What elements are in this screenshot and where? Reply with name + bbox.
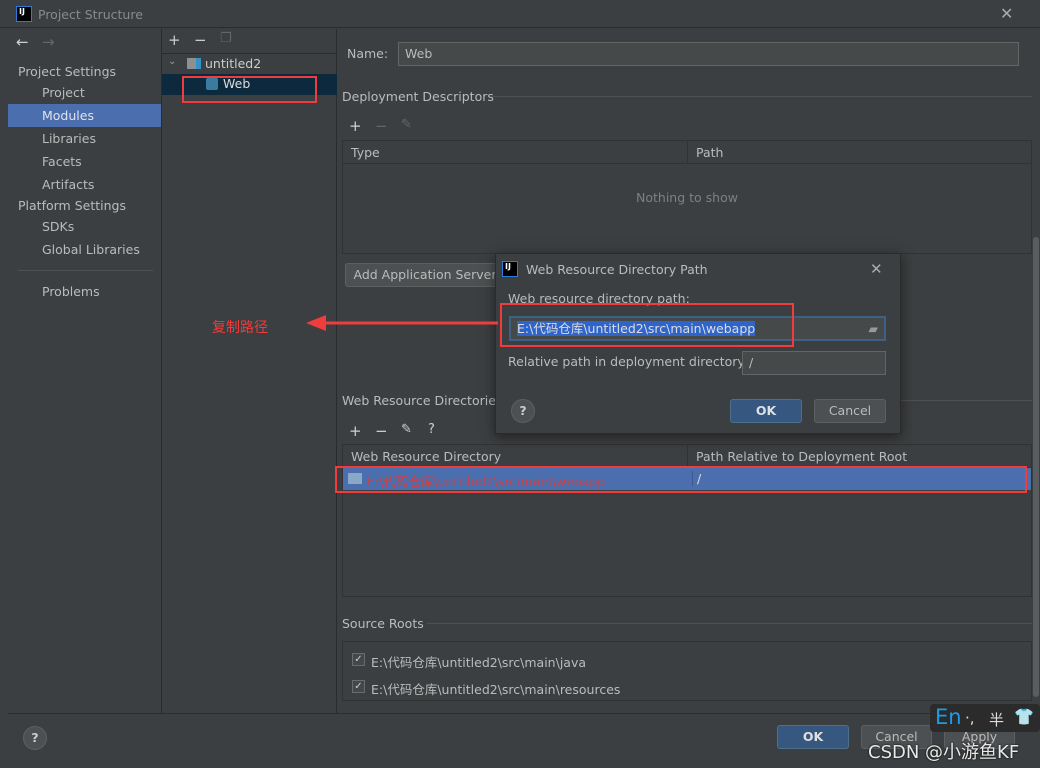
column-type[interactable]: Type bbox=[343, 141, 688, 164]
source-root-item: E:\代码仓库\untitled2\src\main\java bbox=[371, 655, 587, 670]
add-application-server-button[interactable]: Add Application Server bbox=[345, 263, 505, 287]
source-roots-heading: Source Roots bbox=[342, 616, 424, 631]
copy-icon[interactable]: ❐ bbox=[220, 31, 232, 46]
tree-root-untitled2[interactable]: untitled2 bbox=[205, 56, 261, 71]
folder-icon bbox=[187, 58, 201, 69]
edit-icon[interactable]: ✎ bbox=[401, 422, 412, 437]
annotation-arrow bbox=[306, 315, 498, 331]
ime-toolbar[interactable]: En ·, 半 👕 bbox=[930, 704, 1040, 732]
window-title: Project Structure bbox=[38, 7, 143, 22]
watermark: CSDN @小游鱼KF bbox=[868, 742, 1020, 763]
remove-icon[interactable]: − bbox=[194, 31, 207, 49]
chevron-down-icon[interactable]: ⌄ bbox=[168, 56, 176, 67]
deployment-descriptors-table: Type Path Nothing to show bbox=[342, 140, 1032, 254]
forward-arrow-icon[interactable]: → bbox=[42, 33, 55, 51]
divider bbox=[18, 270, 153, 271]
annotation-label: 复制路径 bbox=[212, 320, 268, 336]
help-button[interactable]: ? bbox=[511, 399, 535, 423]
add-icon[interactable]: + bbox=[168, 31, 181, 49]
sidebar-item-project[interactable]: Project bbox=[8, 81, 161, 104]
checkbox-checked[interactable]: ✓ bbox=[352, 680, 365, 693]
add-icon[interactable]: + bbox=[349, 422, 362, 440]
name-label: Name: bbox=[347, 46, 389, 61]
edit-icon[interactable]: ✎ bbox=[401, 117, 412, 132]
relative-path-input[interactable]: / bbox=[742, 351, 886, 375]
relative-path-label: Relative path in deployment directory: bbox=[508, 354, 749, 369]
scrollbar[interactable] bbox=[1032, 29, 1040, 713]
back-arrow-icon[interactable]: ← bbox=[16, 33, 29, 51]
sidebar-item-facets[interactable]: Facets bbox=[8, 150, 161, 173]
annotation-box bbox=[182, 76, 317, 103]
checkbox-checked[interactable]: ✓ bbox=[352, 653, 365, 666]
ime-language[interactable]: En bbox=[935, 705, 962, 729]
platform-settings-heading: Platform Settings bbox=[18, 198, 126, 213]
ok-button[interactable]: OK bbox=[777, 725, 849, 749]
name-input[interactable]: Web bbox=[398, 42, 1019, 66]
help-icon[interactable]: ? bbox=[428, 422, 435, 437]
web-resource-directories-heading: Web Resource Directories bbox=[342, 393, 503, 408]
deployment-descriptors-heading: Deployment Descriptors bbox=[342, 89, 494, 104]
sidebar-item-sdks[interactable]: SDKs bbox=[8, 215, 161, 238]
intellij-logo: IJ bbox=[502, 261, 518, 277]
title-bar: IJ Project Structure ✕ bbox=[0, 0, 1040, 28]
dialog-cancel-button[interactable]: Cancel bbox=[814, 399, 886, 423]
source-root-item: E:\代码仓库\untitled2\src\main\resources bbox=[371, 682, 621, 697]
ime-width[interactable]: 半 bbox=[989, 709, 1004, 730]
project-settings-heading: Project Settings bbox=[18, 64, 117, 79]
sidebar-item-modules[interactable]: Modules bbox=[8, 104, 161, 127]
sidebar-item-libraries[interactable]: Libraries bbox=[8, 127, 161, 150]
module-tree: + − ❐ ⌄ untitled2 Web bbox=[162, 29, 337, 713]
column-path[interactable]: Path bbox=[688, 141, 1031, 164]
empty-message: Nothing to show bbox=[636, 190, 738, 205]
dialog-title: Web Resource Directory Path bbox=[526, 262, 708, 277]
annotation-box bbox=[500, 303, 794, 347]
source-roots-list: ✓ E:\代码仓库\untitled2\src\main\java ✓ E:\代… bbox=[342, 641, 1032, 701]
skin-icon[interactable]: 👕 bbox=[1014, 707, 1034, 726]
sidebar-item-global-libraries[interactable]: Global Libraries bbox=[8, 238, 161, 261]
sidebar-item-problems[interactable]: Problems bbox=[8, 280, 161, 303]
help-button[interactable]: ? bbox=[23, 726, 47, 750]
column-web-resource-directory[interactable]: Web Resource Directory bbox=[343, 445, 688, 468]
column-path-relative[interactable]: Path Relative to Deployment Root bbox=[688, 445, 1031, 468]
dialog-ok-button[interactable]: OK bbox=[730, 399, 802, 423]
annotation-box bbox=[335, 466, 1027, 493]
close-icon[interactable]: ✕ bbox=[870, 260, 883, 278]
remove-icon[interactable]: − bbox=[375, 117, 388, 135]
intellij-logo: IJ bbox=[16, 6, 32, 22]
add-icon[interactable]: + bbox=[349, 117, 362, 135]
ime-punctuation[interactable]: ·, bbox=[965, 709, 975, 727]
sidebar: ← → Project Settings Project Modules Lib… bbox=[8, 29, 162, 713]
folder-open-icon[interactable]: ▰ bbox=[868, 318, 878, 340]
remove-icon[interactable]: − bbox=[375, 422, 388, 440]
sidebar-item-artifacts[interactable]: Artifacts bbox=[8, 173, 161, 196]
close-icon[interactable]: ✕ bbox=[1000, 4, 1013, 23]
